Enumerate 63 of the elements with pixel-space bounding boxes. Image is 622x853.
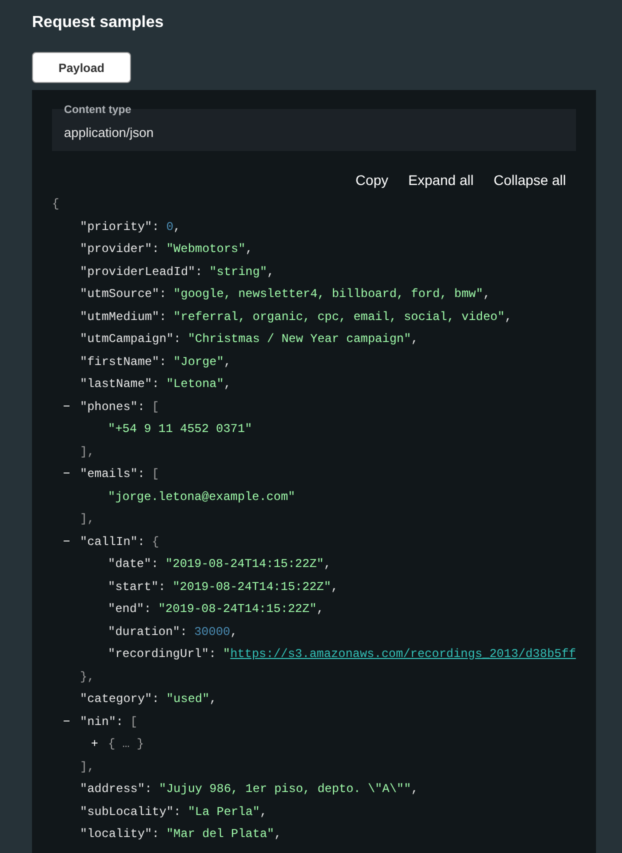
json-key: "subLocality":	[80, 804, 181, 818]
action-button[interactable]: Collapse all	[494, 170, 566, 191]
string-value: "Jujuy 986, 1er piso, depto. \"A\"",	[159, 782, 418, 796]
json-key: "firstName":	[80, 354, 166, 368]
content-type-value: application/json	[64, 125, 154, 140]
string-value: "Christmas / New Year campaign",	[188, 332, 418, 346]
bracket: {	[52, 197, 60, 211]
json-key: "utmCampaign":	[80, 332, 181, 346]
json-key: "address":	[80, 782, 152, 796]
tab[interactable]: Payload	[32, 52, 131, 83]
json-key: "lastName":	[80, 377, 160, 391]
bracket: ],	[80, 444, 94, 458]
json-key: "providerLeadId":	[80, 264, 202, 278]
string-value: "+54 9 11 4552 0371"	[108, 422, 252, 436]
json-key: "utmSource":	[80, 287, 166, 301]
number-value: 30000,	[194, 624, 238, 638]
json-key: "duration":	[108, 624, 188, 638]
string-value: "jorge.letona@example.com"	[108, 490, 296, 504]
action-button[interactable]: Expand all	[408, 170, 474, 191]
json-key: "utmMedium":	[80, 310, 166, 324]
json-key: "priority":	[80, 220, 160, 234]
url-link[interactable]: https://s3.amazonaws.com/recordings_2013/d38b5ff	[230, 647, 576, 661]
bracket: [	[130, 714, 138, 728]
string-value: "Webmotors",	[166, 242, 253, 256]
string-value: "used",	[166, 692, 217, 706]
collapse-toggle[interactable]: −	[63, 710, 80, 733]
collapse-toggle[interactable]: −	[63, 396, 80, 418]
bracket: {	[152, 534, 160, 548]
collapse-toggle[interactable]: +	[91, 733, 108, 756]
json-key: "nin":	[80, 714, 124, 728]
string-value: "Jorge",	[173, 354, 232, 368]
string-value: "Mar del Plata",	[166, 827, 282, 841]
bracket: [	[152, 400, 160, 414]
bracket: },	[80, 670, 94, 684]
string-value: "2019-08-24T14:15:22Z",	[172, 580, 338, 594]
string-value: "referral, organic, cpc, email, social, video",	[173, 310, 512, 324]
bracket: [	[152, 467, 160, 481]
string-value: "La Perla",	[188, 804, 268, 818]
field-label: Content type	[64, 103, 132, 118]
quote-mark: "	[223, 647, 230, 661]
json-key: "date":	[108, 557, 158, 571]
collapsed-object[interactable]: { … }	[108, 737, 144, 751]
action-button[interactable]: Copy	[356, 170, 388, 191]
json-key: "end":	[108, 602, 152, 616]
json-key: "category":	[80, 692, 160, 706]
string-value: "google, newsletter4, billboard, ford, bmw",	[173, 287, 490, 301]
string-value: "2019-08-24T14:15:22Z",	[165, 557, 332, 571]
json-key: "start":	[108, 580, 166, 594]
json-key: "callIn":	[80, 534, 145, 548]
string-value: "string",	[209, 264, 274, 278]
section-heading: Request samples	[32, 13, 165, 33]
json-key: "provider":	[80, 242, 160, 256]
json-key: "phones":	[80, 400, 145, 414]
json-key: "recordingUrl":	[108, 647, 216, 661]
number-value: 0,	[166, 220, 181, 234]
json-key: "locality":	[80, 827, 160, 841]
bracket: ],	[80, 760, 94, 774]
collapse-toggle[interactable]: −	[63, 530, 80, 553]
collapse-toggle[interactable]: −	[63, 463, 80, 486]
string-value: "2019-08-24T14:15:22Z",	[158, 602, 324, 616]
bracket: ],	[80, 512, 94, 526]
string-value: "Letona",	[166, 377, 232, 391]
json-key: "emails":	[80, 467, 145, 481]
